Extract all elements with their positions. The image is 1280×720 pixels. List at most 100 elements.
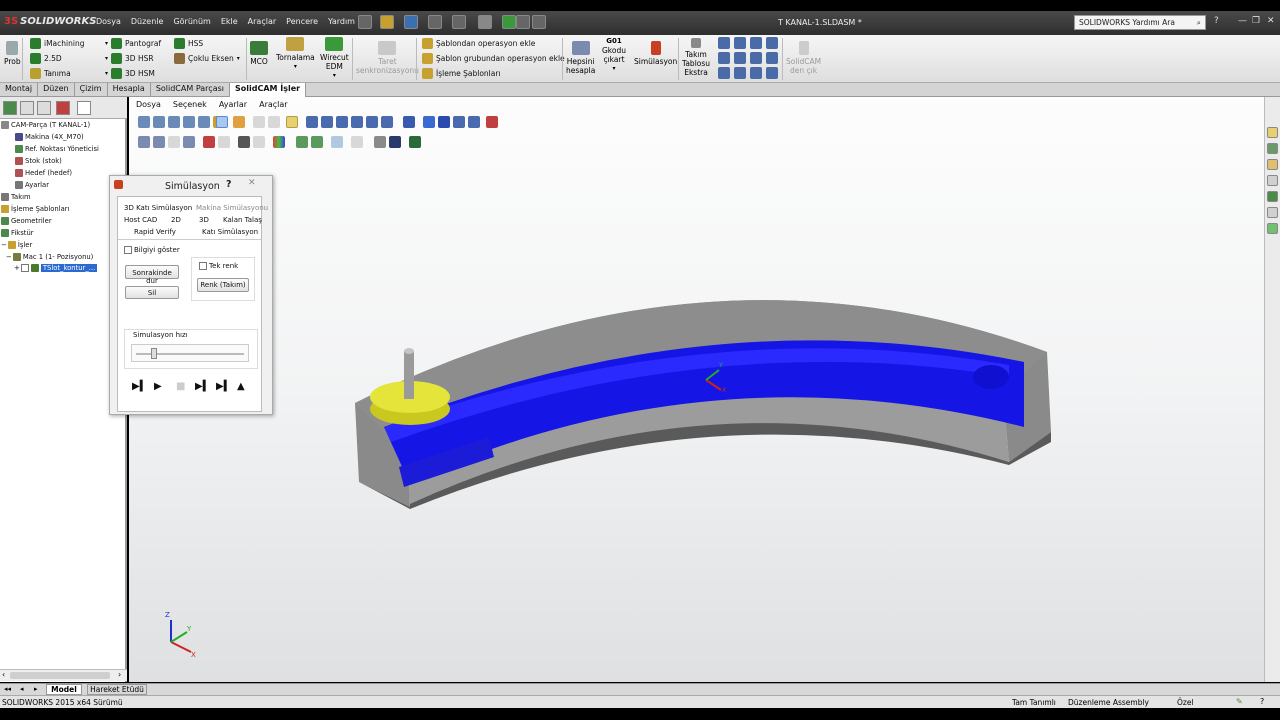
tool-grid-icon-11[interactable]	[750, 67, 762, 79]
tree-item-isleme-sablonlari[interactable]: İşleme Şablonları	[1, 205, 69, 213]
open-file-icon[interactable]	[380, 15, 394, 29]
tree-item-stok[interactable]: Stok (stok)	[15, 157, 62, 165]
tool-grid-icon-8[interactable]	[766, 52, 778, 64]
sim-menu-araclar[interactable]: Araçlar	[259, 100, 287, 109]
eject-icon[interactable]: ▲	[237, 381, 245, 392]
home-icon[interactable]	[1267, 127, 1278, 138]
tab-3d[interactable]: 3D	[199, 216, 209, 224]
tree-item-takim[interactable]: Takım	[1, 193, 31, 201]
nav-prev-icon[interactable]: ◂	[20, 685, 24, 693]
collapse-icon[interactable]: −	[6, 253, 12, 261]
sim-tool-icon-2[interactable]	[153, 136, 165, 148]
checkbox-box[interactable]	[124, 246, 132, 254]
tab-hesapla[interactable]: Hesapla	[108, 83, 151, 97]
tree-item-cam-parca[interactable]: CAM-Parça (T KANAL-1)	[1, 121, 90, 129]
sim-tool-icon-13[interactable]	[351, 136, 363, 148]
tanima-button[interactable]: Tanıma	[30, 68, 71, 79]
nav-next-icon[interactable]: ▸	[34, 685, 38, 693]
tab-cizim[interactable]: Çizim	[75, 83, 108, 97]
zoom-icon[interactable]	[198, 116, 210, 128]
units-dropdown[interactable]: Özel	[1177, 698, 1194, 707]
pantograf-button[interactable]: ▾ Pantograf	[105, 38, 161, 49]
tree-item-geometriler[interactable]: Geometriler	[1, 217, 52, 225]
next-step-icon[interactable]: ▶▍	[195, 381, 210, 392]
play-step-icon[interactable]: ▶▍	[132, 381, 147, 392]
tab-rapid-verify[interactable]: Rapid Verify	[134, 228, 176, 236]
speed-slider-thumb[interactable]	[151, 348, 158, 359]
tool-grid-icon-10[interactable]	[734, 67, 746, 79]
tool-grid-icon-5[interactable]	[718, 52, 730, 64]
appearances-icon[interactable]	[1267, 207, 1278, 218]
file-properties-icon[interactable]	[516, 15, 530, 29]
horizontal-scrollbar[interactable]: ‹ ›	[0, 669, 127, 681]
operation-checkbox[interactable]	[20, 264, 29, 272]
save-icon[interactable]	[404, 15, 418, 29]
hepsini-hesapla-button[interactable]: Hepsini hesapla	[566, 41, 595, 75]
custom-properties-icon[interactable]	[1267, 223, 1278, 234]
hidden-lines-icon[interactable]	[453, 116, 465, 128]
tab-kalan-talas[interactable]: Kalan Talaş	[223, 216, 262, 224]
tool-grid-icon-1[interactable]	[718, 37, 730, 49]
view-left-icon[interactable]	[336, 116, 348, 128]
tab-montaj[interactable]: Montaj	[0, 83, 39, 97]
view-right-icon[interactable]	[351, 116, 363, 128]
2.5d-button[interactable]: 2.5D	[30, 53, 62, 64]
configurationmanager-tab-icon[interactable]	[37, 101, 51, 115]
expand-icon[interactable]: +	[14, 264, 20, 272]
solidcam-exit-button[interactable]: SolidCAM den çık	[786, 41, 821, 75]
pan-icon[interactable]	[168, 116, 180, 128]
help-icon[interactable]: ?	[226, 179, 232, 190]
stop-next-button[interactable]: Sonrakinde dur	[125, 265, 179, 285]
nav-first-icon[interactable]: ◂◂	[4, 685, 11, 693]
view-back-icon[interactable]	[321, 116, 333, 128]
sim-tool-icon-6[interactable]	[218, 136, 230, 148]
tool-path-2-icon[interactable]	[311, 136, 323, 148]
sim-tool-icon-15[interactable]	[389, 136, 401, 148]
view-top-icon[interactable]	[366, 116, 378, 128]
tree-item-makina[interactable]: Makina (4X_M70)	[15, 133, 84, 141]
sablon-grubundan-button[interactable]: Şablon grubundan operasyon ekle	[422, 53, 565, 64]
disabled-tool-icon[interactable]	[253, 116, 265, 128]
sim-tool-icon-8[interactable]	[253, 136, 265, 148]
tool-grid-icon-3[interactable]	[750, 37, 762, 49]
takim-tablosu-button[interactable]: Takım Tablosu Ekstra	[682, 38, 710, 77]
restore-icon[interactable]: ❐	[1252, 16, 1260, 26]
delete-button[interactable]: Sil	[125, 286, 179, 299]
collapse-icon[interactable]: −	[1, 241, 7, 249]
menu-gorunum[interactable]: Görünüm	[173, 17, 210, 26]
sim-tool-icon-3[interactable]	[168, 136, 180, 148]
tree-item-isler[interactable]: − İşler	[1, 241, 32, 249]
fast-forward-icon[interactable]: ▶▍	[216, 381, 231, 392]
color-tool-button[interactable]: Renk (Takım)	[197, 278, 249, 292]
view-palette-icon[interactable]	[1267, 191, 1278, 202]
tool-grid-icon-6[interactable]	[734, 52, 746, 64]
3d-hsr-button[interactable]: ▾ 3D HSR	[105, 53, 154, 64]
dialog-title-bar[interactable]: Simülasyon ? ✕	[110, 176, 272, 194]
design-library-icon[interactable]	[1267, 159, 1278, 170]
simulasyon-button[interactable]: Simülasyon	[634, 41, 677, 66]
options-icon[interactable]	[532, 15, 546, 29]
stop-icon[interactable]: ■	[176, 381, 185, 392]
menu-ekle[interactable]: Ekle	[221, 17, 238, 26]
tab-solidcam-isler[interactable]: SolidCAM İşler	[229, 83, 307, 97]
tree-item-ref-noktasi[interactable]: Ref. Noktası Yöneticisi	[15, 145, 99, 153]
mco-button[interactable]: MCO	[250, 41, 268, 66]
tab-host-cad[interactable]: Host CAD	[124, 216, 157, 224]
graphics-viewport[interactable]: Z X Y X Y	[129, 97, 1264, 682]
select-icon[interactable]	[216, 116, 228, 128]
menu-araclar[interactable]: Araçlar	[248, 17, 276, 26]
solidworks-logo[interactable]: 3S SOLIDWORKS	[4, 16, 96, 27]
tool-grid-icon-4[interactable]	[766, 37, 778, 49]
imachining-button[interactable]: iMachining	[30, 38, 84, 49]
tool-grid-icon-2[interactable]	[734, 37, 746, 49]
propertymanager-tab-icon[interactable]	[20, 101, 34, 115]
isleme-sablonlari-button[interactable]: İşleme Şablonları	[422, 68, 501, 79]
tree-item-hedef[interactable]: Hedef (hedef)	[15, 169, 72, 177]
prob-button[interactable]: Prob	[4, 41, 21, 66]
sim-menu-ayarlar[interactable]: Ayarlar	[219, 100, 247, 109]
tree-item-mac-1[interactable]: − Mac 1 (1- Pozisyonu)	[6, 253, 93, 261]
tree-item-tslot-kontur[interactable]: + TSlot_kontur_...	[14, 264, 98, 272]
tornalama-button[interactable]: Tornalama ▾	[276, 37, 315, 71]
tab-kati-simulasyon[interactable]: Katı Simülasyon	[202, 228, 258, 236]
refresh-icon[interactable]	[238, 136, 250, 148]
